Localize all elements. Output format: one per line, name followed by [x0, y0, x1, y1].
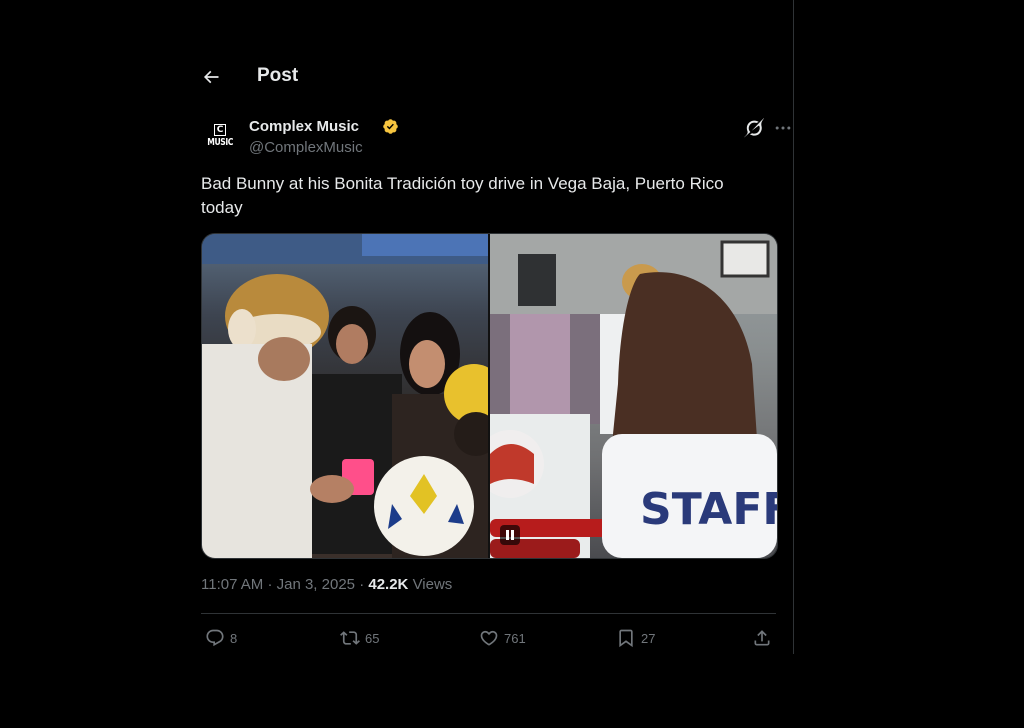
author-handle[interactable]: @ComplexMusic [249, 139, 363, 156]
arrow-left-icon [203, 70, 219, 84]
meta-separator-2: · [359, 576, 365, 593]
page-title: Post [257, 65, 299, 86]
repost-count: 65 [365, 630, 380, 646]
bookmark-button[interactable]: 27 [616, 626, 655, 650]
post-date[interactable]: Jan 3, 2025 [277, 576, 355, 593]
grok-icon[interactable] [744, 118, 764, 138]
avatar-logo-mark: C [214, 124, 226, 136]
post-detail-column: Post C MUSIC Complex Music @ComplexMusic… [184, 0, 794, 654]
video-frame-illustration [202, 234, 488, 558]
bookmark-icon [619, 629, 633, 648]
post-time[interactable]: 11:07 AM [201, 576, 263, 593]
reply-count: 8 [230, 630, 238, 646]
back-button[interactable] [197, 63, 225, 91]
author-row: C MUSIC Complex Music @ComplexMusic [200, 114, 791, 158]
post-media[interactable]: STAFF [201, 233, 778, 559]
post-text: Bad Bunny at his Bonita Tradición toy dr… [201, 174, 724, 217]
bookmark-count: 27 [641, 630, 656, 646]
more-options-icon[interactable] [773, 118, 793, 138]
post-meta: 11:07 AM · Jan 3, 2025 · 42.2K Views [201, 576, 452, 593]
pause-button[interactable] [500, 525, 520, 545]
svg-text:STAFF: STAFF [640, 484, 777, 535]
share-icon [754, 630, 770, 646]
reply-button[interactable]: 8 [205, 626, 237, 650]
share-button[interactable] [752, 626, 777, 650]
media-photo[interactable]: STAFF [490, 234, 777, 558]
repost-button[interactable]: 65 [340, 626, 379, 650]
media-video[interactable] [202, 234, 488, 558]
photo-illustration: STAFF [490, 234, 777, 558]
divider [201, 613, 776, 614]
repost-icon [340, 631, 360, 645]
action-bar: 8 65 761 27 [201, 626, 776, 650]
author-name[interactable]: Complex Music [249, 118, 359, 135]
pause-icon [506, 530, 514, 540]
post-header: Post [184, 57, 792, 97]
like-button[interactable]: 761 [479, 626, 526, 650]
reply-icon [206, 629, 224, 647]
meta-separator: · [267, 576, 273, 593]
heart-icon [480, 630, 498, 646]
views-label: Views [412, 576, 453, 593]
avatar-logo-word: MUSIC [207, 137, 233, 148]
like-count: 761 [504, 630, 526, 646]
views-count: 42.2K [368, 576, 409, 593]
verified-badge-icon [383, 119, 398, 134]
avatar[interactable]: C MUSIC [200, 116, 240, 156]
